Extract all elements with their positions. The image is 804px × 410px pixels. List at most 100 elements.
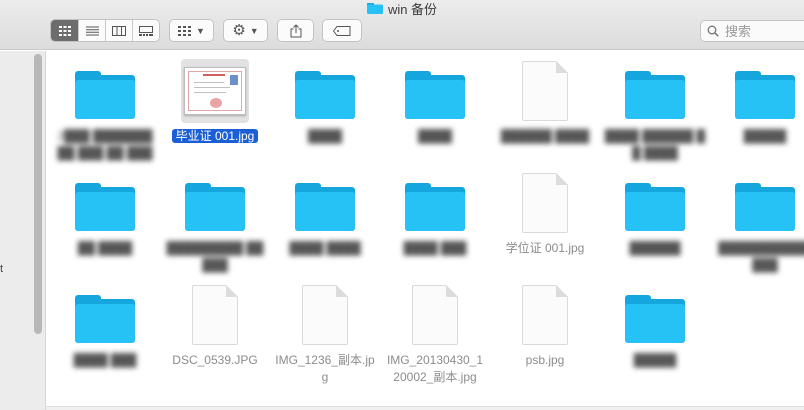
sidebar-item-label: t (0, 263, 4, 275)
file-item[interactable]: IMG_20130430_120002_副本.jpg (380, 275, 490, 384)
item-label: █████████ █████ (166, 241, 264, 272)
item-thumbnail (291, 171, 359, 235)
item-thumbnail (71, 283, 139, 347)
item-label: ████ ███ (73, 353, 137, 367)
sidebar-scrollbar[interactable] (34, 54, 42, 334)
file-item[interactable]: IMG_1236_副本.jpg (270, 275, 380, 384)
item-thumbnail (71, 171, 139, 235)
file-grid: 2███ ███████ ██ ███ ██ ███ 毕业证 001.jpg ███… (46, 51, 804, 406)
file-item[interactable]: 毕业证 001.jpg (160, 51, 270, 159)
folder-icon (295, 71, 355, 119)
item-thumbnail (731, 171, 799, 235)
item-label: 2███ ███████ ██ ███ ██ ███ (57, 129, 153, 160)
folder-icon (366, 2, 383, 14)
file-item[interactable]: ██████ ████ (490, 51, 600, 159)
folder-item[interactable]: ████ (380, 51, 490, 159)
folder-item[interactable]: ████ ███ (50, 275, 160, 383)
folder-icon (735, 71, 795, 119)
item-label: █████ (633, 353, 677, 367)
folder-icon (625, 71, 685, 119)
tag-icon (333, 25, 351, 36)
folder-icon (185, 183, 245, 231)
item-thumbnail (181, 59, 249, 123)
group-by-button[interactable]: ▼ (169, 19, 214, 42)
document-icon (302, 285, 348, 345)
icon-view-button[interactable] (51, 20, 79, 41)
folder-item[interactable]: ██ ████ (50, 163, 160, 271)
search-icon (707, 25, 719, 37)
item-label: ████ ████ (289, 241, 361, 255)
certificate-thumbnail (184, 67, 246, 115)
folder-item[interactable]: █████ (710, 51, 804, 159)
item-label: ████ ███ (403, 241, 467, 255)
tag-button[interactable] (322, 19, 362, 42)
item-label: IMG_1236_副本.jpg (275, 353, 375, 384)
document-icon (522, 285, 568, 345)
item-thumbnail (511, 171, 579, 235)
folder-item[interactable]: ████ (270, 51, 380, 159)
folder-icon (75, 71, 135, 119)
gallery-icon (139, 25, 153, 36)
folder-item[interactable]: █████ (600, 275, 710, 383)
folder-icon (75, 295, 135, 343)
item-thumbnail (401, 283, 469, 347)
document-icon (192, 285, 238, 345)
item-label: psb.jpg (525, 353, 565, 367)
item-thumbnail (511, 59, 579, 123)
item-label: ████ ██████ ██ ████ (604, 129, 706, 160)
folder-icon (405, 183, 465, 231)
item-label: ████ (417, 129, 452, 143)
list-view-button[interactable] (79, 20, 106, 41)
item-label: DSC_0539.JPG (172, 353, 258, 367)
file-item[interactable]: psb.jpg (490, 275, 600, 383)
folder-icon (625, 295, 685, 343)
file-item[interactable]: DSC_0539.JPG (160, 275, 270, 383)
folder-icon (405, 71, 465, 119)
item-thumbnail (291, 283, 359, 347)
window-title-text: win 备份 (387, 1, 438, 17)
list-icon (85, 26, 99, 35)
item-thumbnail (71, 59, 139, 123)
item-label: 学位证 001.jpg (505, 241, 585, 255)
document-icon (522, 173, 568, 233)
search-input[interactable] (725, 23, 804, 39)
chevron-down-icon: ▼ (249, 25, 259, 36)
folder-item[interactable]: ████ ██████ ██ ████ (600, 51, 710, 160)
document-icon (412, 285, 458, 345)
folder-item[interactable]: █████████ █████ (160, 163, 270, 272)
column-view-button[interactable] (106, 20, 133, 41)
folder-item[interactable]: 2███ ███████ ██ ███ ██ ███ (50, 51, 160, 160)
chevron-down-icon: ▼ (196, 25, 205, 36)
item-label: ████ (307, 129, 342, 143)
item-label: █████ (743, 129, 787, 143)
folder-icon (295, 183, 355, 231)
item-label: ██████ ████ (500, 129, 590, 143)
folder-item[interactable]: ████ ████ (270, 163, 380, 271)
horizontal-scrollbar[interactable] (46, 406, 804, 410)
folder-item[interactable]: ██████ (600, 163, 710, 271)
action-button[interactable]: ⚙ ▼ (223, 19, 268, 42)
search-field[interactable] (700, 20, 804, 42)
item-thumbnail (511, 283, 579, 347)
folder-item[interactable]: ███████████ ███ (710, 163, 804, 272)
item-thumbnail (401, 171, 469, 235)
folder-icon (625, 183, 685, 231)
item-label: IMG_20130430_120002_副本.jpg (386, 353, 484, 384)
gear-icon: ⚙ (232, 22, 246, 39)
share-button[interactable] (277, 19, 314, 42)
document-icon (522, 61, 568, 121)
item-thumbnail (621, 283, 689, 347)
file-item[interactable]: 学位证 001.jpg (490, 163, 600, 271)
folder-icon (75, 183, 135, 231)
folder-item[interactable]: ████ ███ (380, 163, 490, 271)
columns-icon (112, 25, 126, 36)
grid-icon (178, 25, 192, 36)
window-title: win 备份 (0, 0, 804, 17)
item-thumbnail (621, 59, 689, 123)
item-thumbnail (401, 59, 469, 123)
item-label: ███████████ ███ (718, 241, 804, 272)
gallery-view-button[interactable] (133, 20, 159, 41)
share-icon (290, 23, 301, 37)
item-thumbnail (181, 283, 249, 347)
item-thumbnail (621, 171, 689, 235)
